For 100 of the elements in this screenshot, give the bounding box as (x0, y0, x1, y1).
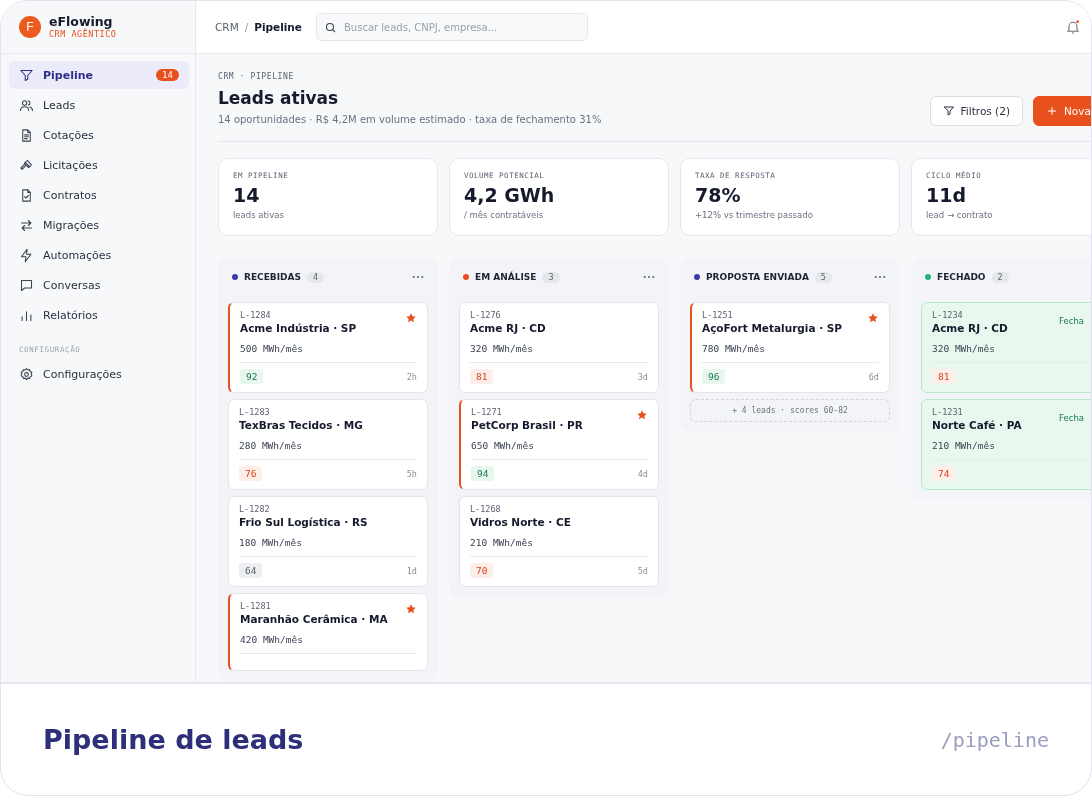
time-text: 4d (637, 468, 648, 479)
nav-item[interactable]: Cotações (9, 121, 189, 149)
lead-name: Maranhão Cerâmica · MA (240, 613, 389, 625)
filter-button[interactable]: Filtros (2) (929, 96, 1023, 126)
score-badge: 76 (239, 466, 263, 481)
more-icon[interactable] (643, 275, 655, 279)
lead-card[interactable]: L-1271 PetCorp Brasil · PR 650 MWh/mês 94 4d (459, 399, 659, 490)
breadcrumb-link[interactable]: CRM (215, 21, 239, 33)
nav-item[interactable]: Relatórios (9, 301, 189, 329)
plus-icon (1046, 105, 1058, 117)
count-badge: 5 (814, 271, 832, 283)
score-badge: 81 (470, 369, 494, 384)
document-check-icon (19, 187, 34, 203)
funnel-icon (19, 67, 34, 83)
lead-id: L-1271 (471, 407, 503, 417)
settings-icon (19, 366, 34, 382)
lead-id: L-1268 (470, 504, 502, 514)
chat-icon (19, 277, 34, 293)
document-icon (19, 127, 34, 143)
volume-text: 320 MWh/mês (932, 343, 996, 354)
score-badge: 64 (239, 563, 263, 578)
time-text: 5h (406, 468, 417, 479)
more-icon[interactable] (874, 275, 886, 279)
nav-item[interactable]: Leads (9, 91, 189, 119)
lead-name: Acme RJ · CD (470, 322, 547, 334)
lead-id: L-1234 (932, 310, 964, 320)
count-badge: 4 (306, 271, 325, 283)
lead-name: Acme Indústria · SP (240, 322, 358, 334)
score-badge: 70 (470, 563, 494, 578)
star-icon[interactable] (867, 312, 879, 324)
nav-item[interactable]: Conversas (9, 271, 189, 299)
status-tag: Fecha (1059, 316, 1084, 326)
score-badge: 81 (932, 369, 956, 384)
lead-card[interactable]: L-1251 AçoFort Metalurgia · SP 780 MWh/mês 96 6d (690, 302, 890, 393)
nav-item[interactable]: Licitações (9, 151, 189, 179)
nav-item[interactable]: Contratos (9, 181, 189, 209)
page-title: Leads ativas (218, 88, 340, 108)
swap-arrows-icon (19, 217, 34, 233)
lead-id: L-1283 (239, 407, 271, 417)
time-text: 2h (406, 371, 417, 382)
count-badge: 3 (542, 271, 560, 283)
stat-value: 78% (695, 183, 742, 207)
lead-card[interactable]: L-1284 Acme Indústria · SP 500 MWh/mês 92 2h (228, 302, 428, 393)
lead-name: TexBras Tecidos · MG (239, 419, 364, 431)
stat-note: leads ativas (233, 210, 285, 220)
volume-text: 210 MWh/mês (470, 537, 534, 548)
breadcrumb-label: CRM · PIPELINE (218, 72, 295, 81)
lead-card[interactable]: L-1234 Acme RJ · CD Fecha 320 MWh/mês 81 (921, 302, 1091, 393)
lead-id: L-1281 (240, 601, 272, 611)
lead-card[interactable]: L-1282 Frio Sul Logística · RS 180 MWh/mês 64 1d (228, 496, 428, 587)
stat-note: +12% vs trimestre passado (695, 210, 814, 220)
lead-card[interactable]: L-1231 Norte Café · PA Fecha 210 MWh/mês 74 (921, 399, 1091, 490)
time-text: 5d (637, 565, 648, 576)
column-title: PROPOSTA ENVIADA (706, 272, 809, 282)
status-tag: Fecha (1059, 413, 1084, 423)
lead-id: L-1251 (702, 310, 734, 320)
stat-value: 14 (233, 183, 261, 207)
brand-tagline: CRM AGÊNTICO (49, 29, 117, 39)
volume-text: 320 MWh/mês (470, 343, 534, 354)
notifications-icon[interactable] (1065, 19, 1081, 35)
funnel-icon (942, 105, 955, 117)
lead-name: PetCorp Brasil · PR (471, 419, 584, 431)
search-field[interactable]: Buscar leads, CNPJ, empresa... (315, 13, 588, 41)
nav-item[interactable]: Pipeline 14 (9, 61, 189, 89)
star-icon[interactable] (636, 409, 648, 421)
lead-card[interactable]: L-1276 Acme RJ · CD 320 MWh/mês 81 3d (459, 302, 659, 393)
star-icon[interactable] (405, 312, 417, 324)
column-title: EM ANÁLISE (475, 272, 537, 282)
count-badge: 14 (156, 69, 179, 81)
lead-name: Norte Café · PA (932, 419, 1023, 431)
nav-item[interactable]: Configurações (9, 360, 189, 388)
column-title: RECEBIDAS (244, 272, 301, 282)
breadcrumb-link[interactable]: Pipeline (254, 21, 302, 33)
volume-text: 420 MWh/mês (240, 634, 304, 645)
time-text: 1d (406, 565, 417, 576)
score-badge: 92 (240, 369, 264, 384)
lead-card[interactable]: L-1281 Maranhão Cerâmica · MA 420 MWh/mês (228, 593, 428, 671)
nav-item[interactable]: Migrações (9, 211, 189, 239)
more-leads-link[interactable]: + 4 leads · scores 60-82 (690, 399, 890, 422)
nav-item[interactable]: Automações (9, 241, 189, 269)
time-text: 3d (637, 371, 648, 382)
volume-text: 210 MWh/mês (932, 440, 996, 451)
score-badge: 94 (471, 466, 495, 481)
score-badge: 74 (932, 466, 956, 481)
volume-text: 500 MWh/mês (240, 343, 304, 354)
more-icon[interactable] (412, 275, 424, 279)
star-icon[interactable] (405, 603, 417, 615)
route-path: /pipeline (940, 727, 1049, 752)
lead-card[interactable]: L-1283 TexBras Tecidos · MG 280 MWh/mês 76 5h (228, 399, 428, 490)
users-icon (19, 97, 34, 113)
lead-id: L-1231 (932, 407, 964, 417)
lead-id: L-1276 (470, 310, 502, 320)
lead-id: L-1282 (239, 504, 271, 514)
lead-name: AçoFort Metalurgia · SP (702, 322, 844, 334)
stat-value: 4,2 GWh (464, 183, 556, 207)
lead-card[interactable]: L-1268 Vidros Norte · CE 210 MWh/mês 70 5d (459, 496, 659, 587)
gavel-icon (19, 157, 34, 173)
new-button[interactable]: Nova (1033, 96, 1091, 126)
stat-value: 11d (926, 183, 968, 207)
lead-id: L-1284 (240, 310, 272, 320)
